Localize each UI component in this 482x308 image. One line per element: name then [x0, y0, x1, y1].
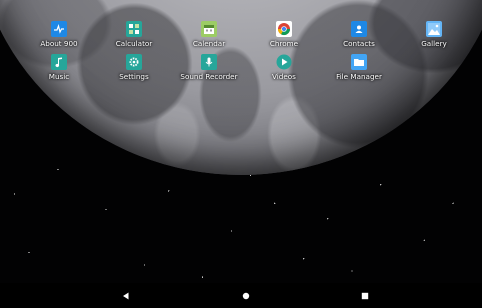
app-sound-recorder[interactable]: Sound Recorder [169, 54, 249, 81]
app-calculator[interactable]: Calculator [94, 21, 174, 48]
app-label: Gallery [421, 39, 447, 48]
back-button[interactable] [120, 290, 132, 302]
app-label: Settings [119, 72, 149, 81]
recents-button[interactable] [359, 290, 371, 302]
contacts-icon [351, 21, 367, 37]
back-icon [123, 292, 129, 300]
app-videos[interactable]: Videos [244, 54, 324, 81]
home-button[interactable] [240, 290, 252, 302]
gallery-icon [426, 21, 442, 37]
about-icon [51, 21, 67, 37]
app-music[interactable]: Music [19, 54, 99, 81]
navigation-bar [0, 283, 482, 308]
app-label: Chrome [269, 39, 299, 48]
settings-icon [126, 54, 142, 70]
chrome-icon [276, 21, 292, 37]
folder-icon [351, 54, 367, 70]
app-gallery[interactable]: Gallery [394, 21, 474, 48]
calculator-icon [126, 21, 142, 37]
home-icon [242, 292, 250, 300]
recents-icon [361, 292, 369, 300]
app-contacts[interactable]: Contacts [319, 21, 399, 48]
home-screen: About 900 Calculator Calendar Chrome Con… [0, 0, 482, 308]
app-label: Calendar [192, 39, 226, 48]
app-file-manager[interactable]: File Manager [319, 54, 399, 81]
app-label: Contacts [343, 39, 375, 48]
app-label: Music [48, 72, 70, 81]
app-label: Sound Recorder [180, 72, 238, 81]
app-calendar[interactable]: Calendar [169, 21, 249, 48]
app-about-900[interactable]: About 900 [19, 21, 99, 48]
app-chrome[interactable]: Chrome [244, 21, 324, 48]
play-icon [276, 54, 292, 70]
app-settings[interactable]: Settings [94, 54, 174, 81]
app-label: About 900 [40, 39, 78, 48]
microphone-icon [201, 54, 217, 70]
app-label: Videos [272, 72, 296, 81]
calendar-icon [201, 21, 217, 37]
app-label: File Manager [336, 72, 382, 81]
music-icon [51, 54, 67, 70]
app-label: Calculator [115, 39, 153, 48]
